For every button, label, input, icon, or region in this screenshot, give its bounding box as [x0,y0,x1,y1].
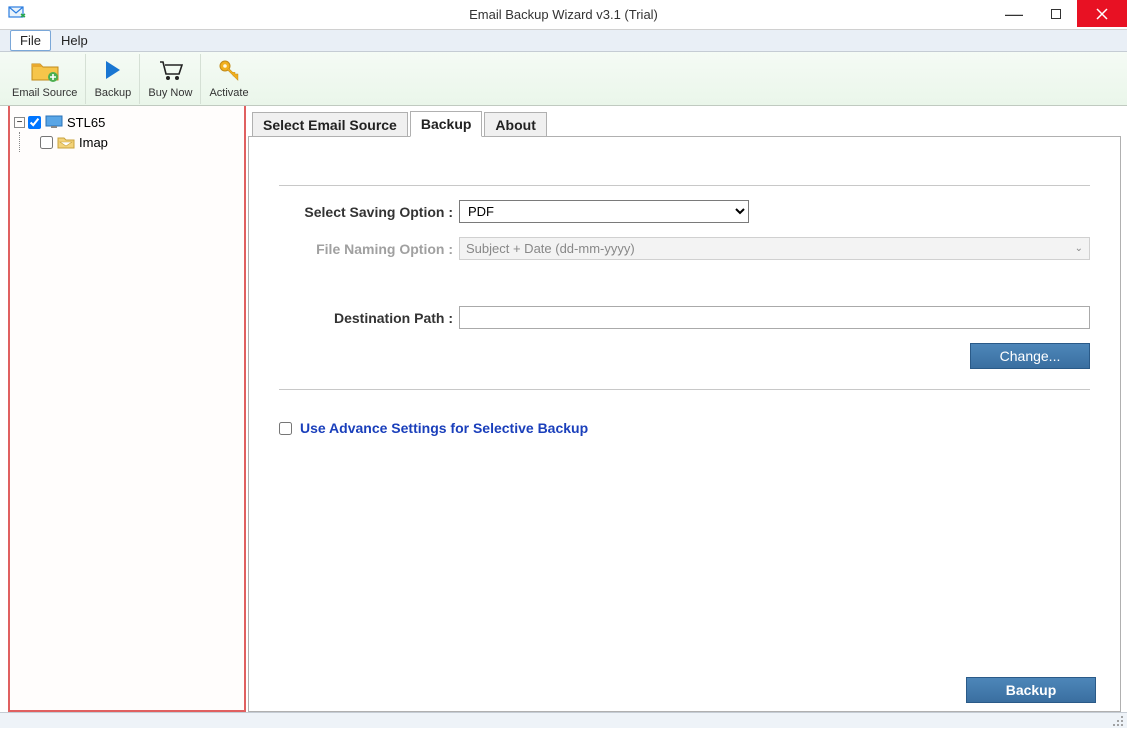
advance-settings-label[interactable]: Use Advance Settings for Selective Backu… [300,420,588,436]
tree-collapse-icon[interactable]: − [14,117,25,128]
resize-grip-icon[interactable] [1111,714,1125,728]
toolbar-backup[interactable]: Backup [86,54,140,104]
naming-option-row: File Naming Option : Subject + Date (dd-… [279,237,1090,260]
window-controls: — [993,0,1127,27]
tree-child-row[interactable]: Imap [40,132,240,152]
window-title: Email Backup Wizard v3.1 (Trial) [469,7,658,22]
menu-bar: File Help [0,30,1127,52]
saving-option-select[interactable]: PDF [459,200,749,223]
change-button[interactable]: Change... [970,343,1090,369]
naming-option-label: File Naming Option : [279,241,459,257]
title-bar: Email Backup Wizard v3.1 (Trial) — [0,0,1127,30]
menu-help[interactable]: Help [51,30,98,51]
divider [279,389,1090,390]
status-bar [0,712,1127,728]
tree-child-checkbox[interactable] [40,136,53,149]
backup-button[interactable]: Backup [966,677,1096,703]
saving-option-row: Select Saving Option : PDF [279,200,1090,223]
tab-bar: Select Email Source Backup About [252,110,1121,136]
tab-select-email-source[interactable]: Select Email Source [252,112,408,137]
tab-about[interactable]: About [484,112,546,137]
monitor-icon [45,115,63,129]
tree-child-label: Imap [79,135,108,150]
advance-settings-checkbox[interactable] [279,422,292,435]
toolbar-buy-now[interactable]: Buy Now [140,54,201,104]
tree-root-label: STL65 [67,115,105,130]
change-button-row: Change... [279,343,1090,369]
destination-row: Destination Path : [279,306,1090,329]
minimize-button[interactable]: — [993,0,1035,27]
maximize-button[interactable] [1035,0,1077,27]
folder-tree: − STL65 Imap [14,112,240,152]
menu-file[interactable]: File [10,30,51,51]
toolbar-label: Activate [209,87,248,99]
divider [279,185,1090,186]
destination-input[interactable] [459,306,1090,329]
content-area: Select Email Source Backup About Select … [246,106,1127,712]
toolbar-label: Email Source [12,87,77,99]
close-button[interactable] [1077,0,1127,27]
backup-button-container: Backup [966,677,1096,703]
destination-label: Destination Path : [279,310,459,326]
backup-panel: Select Saving Option : PDF File Naming O… [248,136,1121,712]
folder-plus-icon [30,58,60,85]
app-icon [8,5,26,24]
cart-icon [157,58,183,85]
main-area: − STL65 Imap Select Email Source [0,106,1127,712]
naming-option-select[interactable]: Subject + Date (dd-mm-yyyy) ⌄ [459,237,1090,260]
toolbar-email-source[interactable]: Email Source [4,54,86,104]
key-icon [217,58,241,85]
tree-root-checkbox[interactable] [28,116,41,129]
toolbar: Email Source Backup Buy Now Activate [0,52,1127,106]
tab-backup[interactable]: Backup [410,111,483,137]
toolbar-label: Buy Now [148,87,192,99]
toolbar-label: Backup [95,87,132,99]
toolbar-activate[interactable]: Activate [201,54,256,104]
saving-option-label: Select Saving Option : [279,204,459,220]
tree-root-row[interactable]: − STL65 [14,112,240,132]
chevron-down-icon: ⌄ [1075,243,1083,254]
mail-folder-icon [57,135,75,149]
folder-tree-panel: − STL65 Imap [8,106,246,712]
advance-settings-row: Use Advance Settings for Selective Backu… [279,420,1090,436]
naming-option-value: Subject + Date (dd-mm-yyyy) [466,241,635,256]
play-icon [102,58,124,85]
